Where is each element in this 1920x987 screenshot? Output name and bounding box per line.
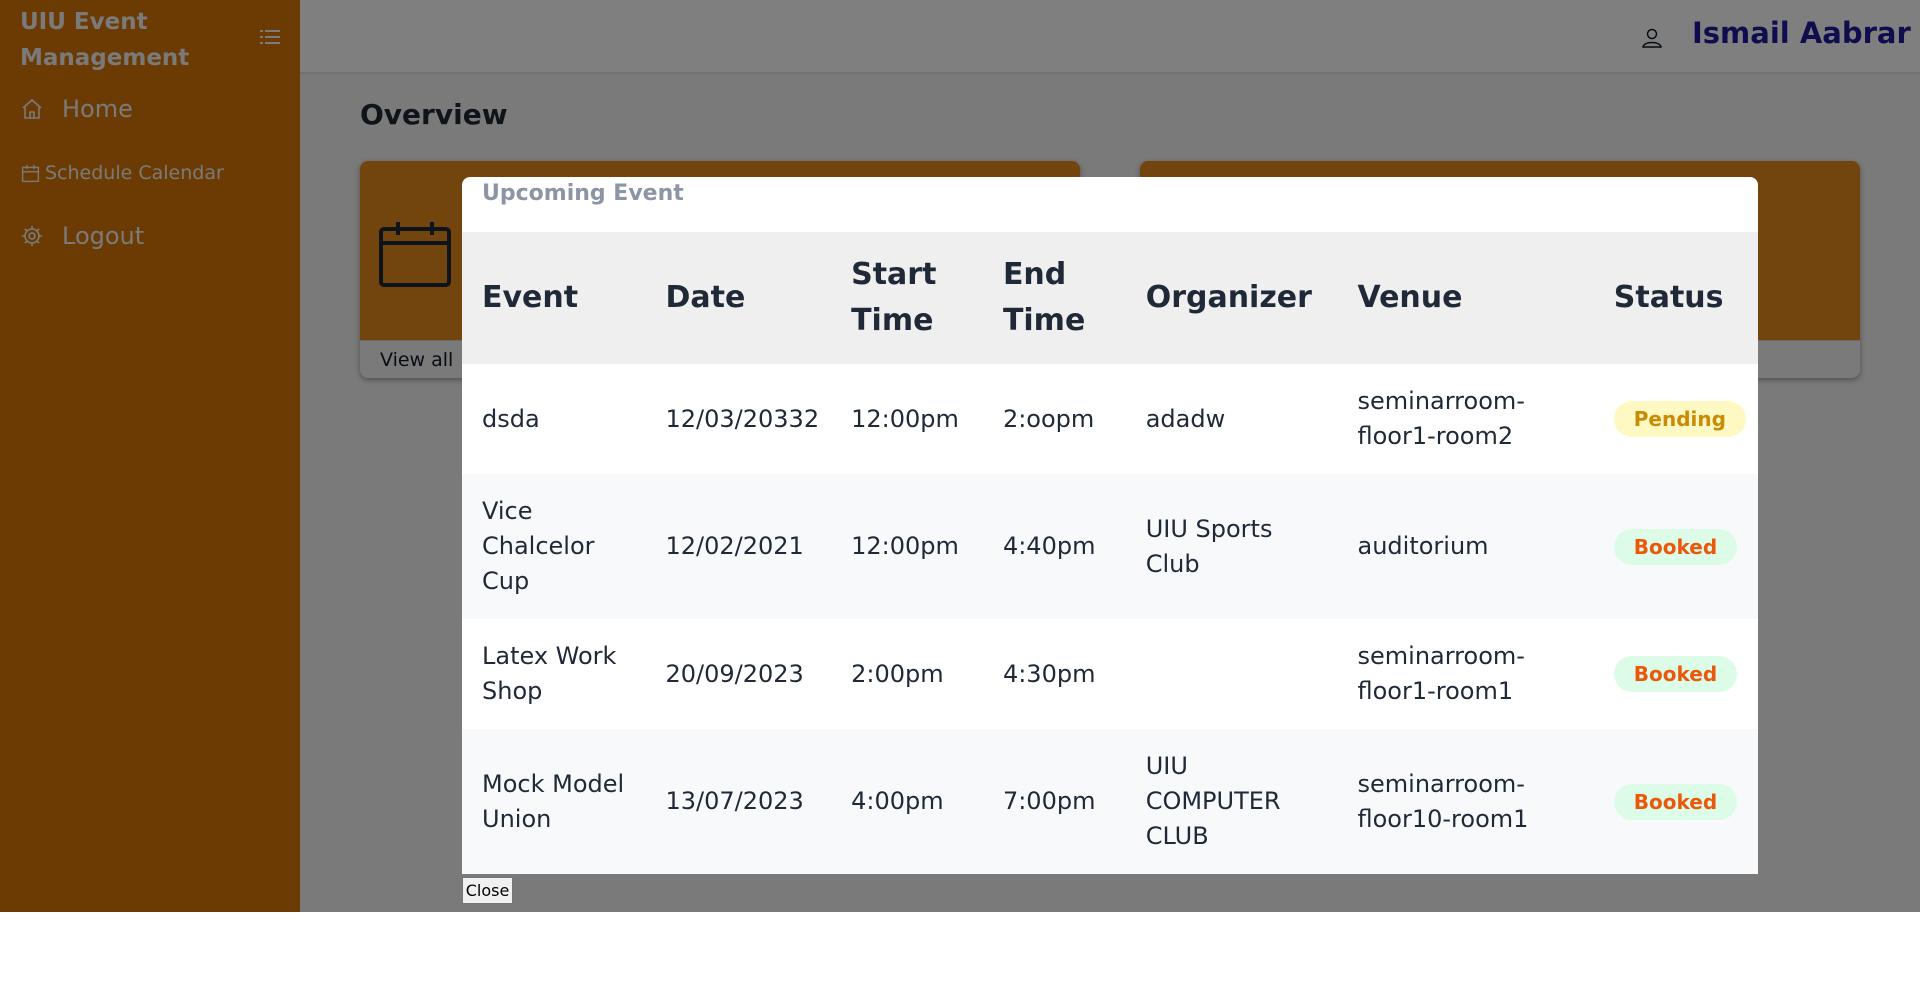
event-end-time: 7:00pm (1002, 787, 1096, 815)
modal-title: Upcoming Event (482, 181, 684, 206)
event-organizer (1126, 619, 1338, 729)
event-start-time: 12:00pm (851, 404, 959, 433)
status-cell: Booked (1594, 474, 1758, 619)
event-name: Vice Chalcelor Cup (482, 497, 595, 595)
event-start-time: 2:00pm (851, 659, 944, 688)
column-header-start-time: Start Time (851, 257, 937, 338)
table-header-row: Event Date Start Time End Time Organizer… (462, 232, 1758, 364)
status-cell: Booked (1594, 729, 1758, 874)
status-badge: Booked (1613, 528, 1738, 565)
column-header-organizer: Organizer (1145, 280, 1312, 315)
close-button[interactable]: Close (462, 877, 513, 904)
event-organizer: adadw (1145, 404, 1226, 433)
column-header-end-time: End Time (1002, 257, 1086, 338)
event-venue: auditorium (1357, 532, 1489, 560)
event-name: dsda (482, 404, 540, 433)
events-table: Event Date Start Time End Time Organizer… (462, 232, 1758, 874)
event-date: 12/02/2021 (665, 532, 804, 560)
column-header-status: Status (1613, 280, 1724, 315)
event-venue: seminarroom-floor1-room2 (1357, 387, 1525, 450)
event-venue: seminarroom-floor10-room1 (1357, 769, 1529, 833)
upcoming-event-modal: Upcoming Event Event Date Start Time End… (462, 177, 1758, 874)
event-start-time: 4:00pm (851, 787, 944, 815)
column-header-venue: Venue (1357, 280, 1463, 315)
status-badge: Booked (1613, 783, 1738, 820)
event-date: 12/03/20332 (665, 404, 820, 433)
event-organizer: UIU Sports Club (1145, 514, 1273, 578)
column-header-date: Date (665, 280, 746, 315)
status-badge: Pending (1613, 401, 1746, 437)
event-date: 13/07/2023 (665, 787, 804, 815)
status-cell: Booked (1594, 619, 1758, 729)
event-end-time: 2:oopm (1002, 404, 1095, 433)
event-end-time: 4:40pm (1002, 532, 1096, 560)
event-name: Latex Work Shop (482, 642, 617, 705)
event-start-time: 12:00pm (851, 532, 959, 560)
status-badge: Booked (1613, 656, 1738, 692)
event-end-time: 4:30pm (1002, 659, 1096, 688)
table-row: Vice Chalcelor Cup 12/02/2021 12:00pm 4:… (462, 474, 1758, 619)
table-row: Mock Model Union 13/07/2023 4:00pm 7:00p… (462, 729, 1758, 874)
event-name: Mock Model Union (482, 769, 625, 833)
table-row: dsda 12/03/20332 12:00pm 2:oopm adadw se… (462, 364, 1758, 474)
event-organizer: UIU COMPUTER CLUB (1145, 752, 1281, 850)
column-header-event: Event (482, 280, 579, 315)
status-cell: Pending (1594, 364, 1758, 474)
event-date: 20/09/2023 (665, 659, 804, 688)
table-row: Latex Work Shop 20/09/2023 2:00pm 4:30pm… (462, 619, 1758, 729)
event-venue: seminarroom-floor1-room1 (1357, 642, 1525, 705)
